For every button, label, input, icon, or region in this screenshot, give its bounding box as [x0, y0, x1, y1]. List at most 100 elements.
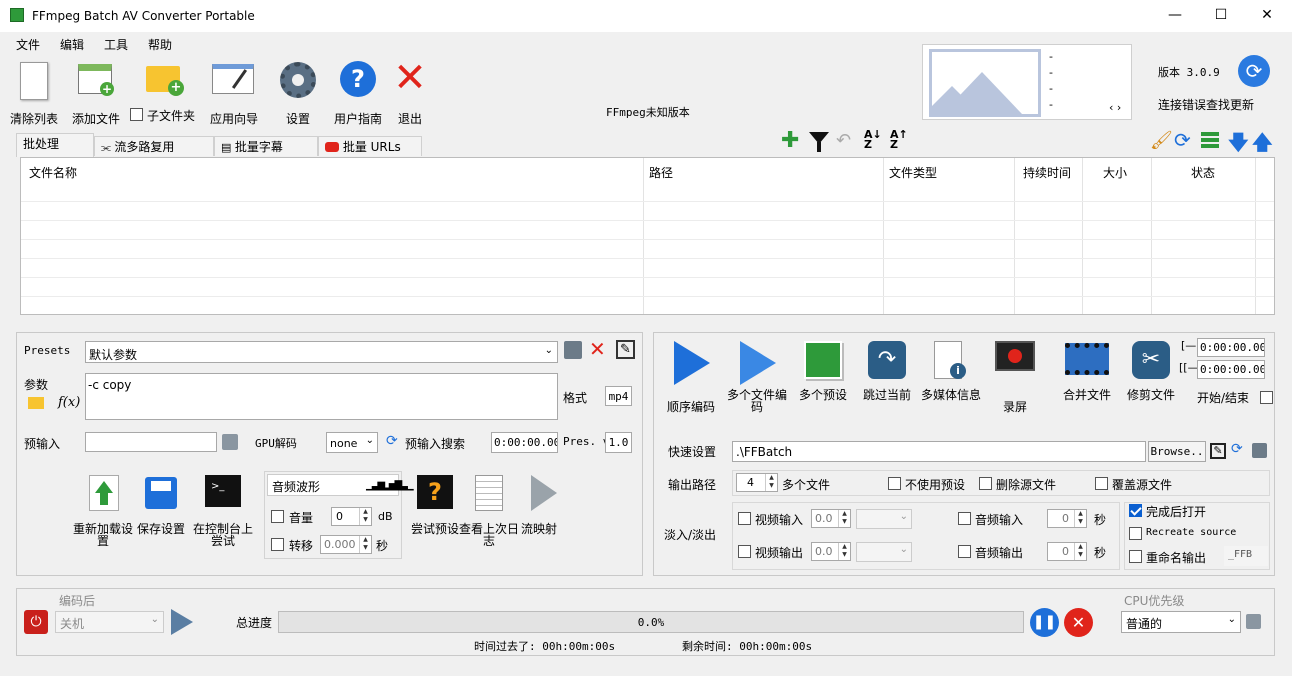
save-cpu-icon[interactable] — [1246, 614, 1261, 629]
try-console-button[interactable]: >_ 在控制台上尝试 — [193, 473, 253, 553]
video-in-spinner[interactable]: 0.0 ▲ ▼ — [811, 509, 851, 528]
refresh-path-icon[interactable]: ⟳ — [1231, 441, 1243, 457]
save-preinput-icon[interactable] — [222, 434, 238, 450]
video-out-spinner[interactable]: 0.0 ▲ ▼ — [811, 542, 851, 561]
recreate-source-checkbox[interactable] — [1129, 527, 1142, 540]
quick-path-field[interactable]: .\FFBatch — [732, 441, 1146, 462]
clear-list-button[interactable]: 清除列表 — [10, 60, 58, 126]
refresh-update-icon[interactable]: ⟳ — [1238, 55, 1270, 87]
column-header-size[interactable]: 大小 — [1103, 164, 1127, 181]
time-field[interactable]: 0:00:00.000 — [491, 432, 558, 453]
column-header-type[interactable]: 文件类型 — [889, 164, 937, 181]
stop-button[interactable]: ✕ — [1064, 608, 1093, 637]
subfolders-toggle[interactable]: + 子文件夹 — [130, 60, 195, 124]
file-table[interactable]: 文件名称 路径 文件类型 持续时间 大小 状态 — [20, 157, 1275, 315]
video-out-checkbox[interactable] — [738, 545, 751, 558]
save-preset-icon[interactable] — [564, 341, 582, 359]
preview-nav[interactable]: ‹ › — [1109, 101, 1121, 114]
edit-preset-icon[interactable]: ✎ — [616, 340, 635, 359]
end-time-field[interactable]: 0:00:00.000 — [1197, 360, 1265, 379]
start-end-checkbox[interactable] — [1260, 391, 1273, 404]
maximize-button[interactable]: ☐ — [1198, 0, 1244, 32]
shift-spinner[interactable]: 0.000 ▲ ▼ — [320, 535, 372, 554]
tab-stream-mux[interactable]: ⫘ 流多路复用 — [94, 136, 214, 156]
after-encode-select[interactable]: 关机 ⌄ — [55, 611, 164, 633]
tab-batch[interactable]: 批处理 — [16, 133, 94, 157]
multi-file-encode-button[interactable]: 多个文件编码 — [727, 339, 787, 419]
skip-current-button[interactable]: ↷ 跳过当前 — [863, 339, 911, 419]
preinput-field[interactable] — [85, 432, 217, 452]
multi-count-spinner[interactable]: 4 ▲ ▼ — [736, 473, 778, 492]
shift-checkbox[interactable] — [271, 538, 284, 551]
pause-button[interactable]: ❚❚ — [1030, 608, 1059, 637]
rename-output-checkbox[interactable] — [1129, 550, 1142, 563]
add-item-icon[interactable]: ✚ — [781, 130, 799, 152]
menu-edit[interactable]: 编辑 — [60, 36, 84, 53]
no-preset-checkbox[interactable] — [888, 477, 901, 490]
presets-select[interactable]: 默认参数 ⌄ — [85, 341, 558, 363]
try-preset-button[interactable]: ? 尝试预设 — [411, 473, 459, 553]
edit-path-icon[interactable]: ✎ — [1210, 443, 1226, 459]
video-in-checkbox[interactable] — [738, 512, 751, 525]
refresh-preinput-icon[interactable]: ⟳ — [386, 433, 398, 449]
power-icon[interactable]: ⏻ — [24, 610, 48, 634]
start-time-field[interactable]: 0:00:00.000 — [1197, 338, 1265, 357]
volume-checkbox[interactable] — [271, 510, 284, 523]
pres-version-field[interactable]: 1.0 — [605, 432, 632, 453]
open-when-done-checkbox[interactable] — [1129, 504, 1142, 517]
menu-tools[interactable]: 工具 — [104, 36, 128, 53]
volume-spinner[interactable]: 0 ▲ ▼ — [331, 507, 372, 526]
column-header-filename[interactable]: 文件名称 — [29, 164, 77, 181]
audio-wave-button[interactable]: 音频波形 ▁▃▆▂▅▇▃▁ — [267, 474, 414, 496]
list-icon[interactable] — [1201, 132, 1219, 148]
sequential-encode-button[interactable]: 顺序编码 — [667, 339, 715, 419]
cpu-priority-select[interactable]: 普通的 ⌄ — [1121, 611, 1241, 633]
sort-az-icon[interactable]: A↓ Z — [864, 129, 882, 150]
sort-za-icon[interactable]: A↑ Z — [890, 129, 908, 150]
tab-batch-subs[interactable]: ▤ 批量字幕 — [214, 136, 318, 156]
record-screen-button[interactable]: 录屏 — [994, 339, 1036, 419]
multi-preset-button[interactable]: 多个预设 — [799, 339, 847, 419]
audio-out-spinner[interactable]: 0 ▲ ▼ — [1047, 542, 1087, 561]
audio-in-checkbox[interactable] — [958, 512, 971, 525]
subfolders-checkbox[interactable] — [130, 108, 143, 121]
video-out-select[interactable]: ⌄ — [856, 542, 912, 562]
video-in-select[interactable]: ⌄ — [856, 509, 912, 529]
gpu-select[interactable]: none ⌄ — [326, 432, 378, 453]
reload-settings-button[interactable]: 重新加载设置 — [73, 473, 133, 553]
preinput-search-label[interactable]: 预输入搜索 — [405, 435, 465, 452]
rename-suffix-field[interactable]: _FFB — [1224, 546, 1268, 566]
browse-button[interactable]: Browse.. — [1148, 441, 1206, 462]
function-icon[interactable]: f(x) — [58, 395, 80, 410]
audio-in-spinner[interactable]: 0 ▲ ▼ — [1047, 509, 1087, 528]
menu-file[interactable]: 文件 — [16, 36, 40, 53]
save-settings-button[interactable]: 保存设置 — [137, 473, 185, 553]
add-folder-param-icon[interactable] — [28, 397, 44, 409]
merge-files-button[interactable]: 合并文件 — [1063, 339, 1111, 419]
audio-out-checkbox[interactable] — [958, 545, 971, 558]
column-header-duration[interactable]: 持续时间 — [1023, 164, 1071, 181]
close-button[interactable]: ✕ — [1244, 0, 1290, 32]
params-textarea[interactable]: -c copy — [85, 373, 558, 420]
delete-source-checkbox[interactable] — [979, 477, 992, 490]
stream-map-button[interactable]: 流映射 — [521, 473, 557, 553]
minimize-button[interactable]: — — [1152, 0, 1198, 32]
clean-brush-icon[interactable]: 🖌 — [1150, 130, 1173, 151]
exit-button[interactable]: ✕ 退出 — [390, 58, 430, 126]
format-field[interactable]: mp4 — [605, 386, 632, 406]
media-info-button[interactable]: i 多媒体信息 — [921, 339, 981, 419]
save-path-icon[interactable] — [1252, 443, 1267, 458]
user-guide-button[interactable]: ? 用户指南 — [334, 60, 382, 126]
trim-files-button[interactable]: ✂ 修剪文件 — [1127, 339, 1175, 419]
add-files-button[interactable]: + 添加文件 — [72, 60, 120, 126]
update-link[interactable]: 连接错误查找更新 — [1158, 96, 1254, 113]
undo-icon[interactable]: ↶ — [836, 130, 851, 151]
tab-batch-urls[interactable]: 批量 URLs — [318, 136, 422, 156]
delete-preset-icon[interactable]: ✕ — [589, 337, 606, 361]
overwrite-source-checkbox[interactable] — [1095, 477, 1108, 490]
refresh-list-icon[interactable]: ⟳ — [1174, 128, 1191, 152]
menu-help[interactable]: 帮助 — [148, 36, 172, 53]
settings-button[interactable]: 设置 — [278, 60, 318, 126]
app-wizard-button[interactable]: 应用向导 — [210, 60, 258, 126]
column-header-status[interactable]: 状态 — [1191, 164, 1215, 181]
